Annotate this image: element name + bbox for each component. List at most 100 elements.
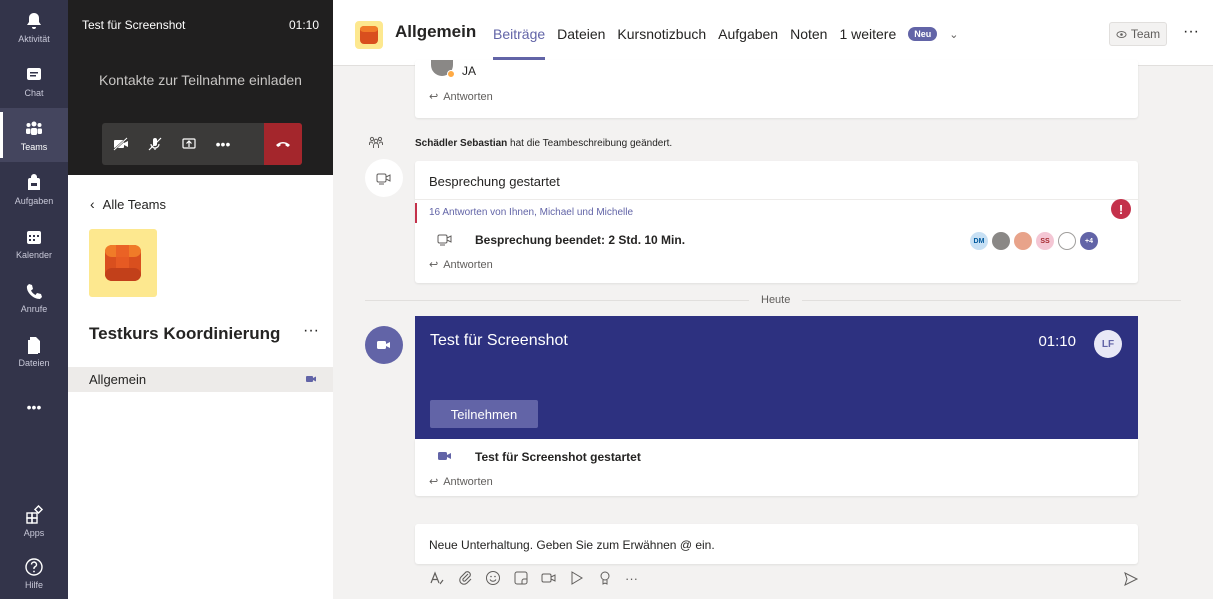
- video-icon: [438, 452, 451, 460]
- channel-label: Allgemein: [89, 372, 147, 387]
- mute-button[interactable]: [138, 123, 172, 165]
- reply-button[interactable]: ↩ Antworten: [429, 258, 493, 272]
- bell-icon: [24, 11, 44, 31]
- help-icon: [24, 557, 44, 577]
- compose-placeholder: Neue Unterhaltung. Geben Sie zum Erwähne…: [429, 538, 715, 552]
- stream-icon[interactable]: [569, 570, 585, 586]
- replies-link[interactable]: 16 Antworten von Ihnen, Michael und Mich…: [429, 207, 633, 218]
- rail-item-teams[interactable]: Teams: [0, 108, 68, 162]
- file-icon: [24, 335, 44, 355]
- avatar[interactable]: [992, 232, 1010, 250]
- share-screen-icon: [182, 138, 196, 149]
- team-button[interactable]: Team: [1109, 22, 1167, 46]
- rail-item-apps[interactable]: Apps: [0, 494, 68, 548]
- chevron-down-icon[interactable]: ⌄: [949, 28, 958, 41]
- backpack-icon: [24, 173, 44, 193]
- post-card: JA ↩ Antworten: [415, 60, 1138, 118]
- more-participants-badge[interactable]: +4: [1080, 232, 1098, 250]
- meeting-timeline-marker: [365, 159, 403, 197]
- rail-label: Dateien: [18, 357, 50, 368]
- team-name: Testkurs Koordinierung: [89, 324, 281, 343]
- more-icon[interactable]: ···: [625, 571, 638, 586]
- attach-icon[interactable]: [457, 570, 473, 586]
- system-message-author: Schädler Sebastian: [415, 138, 508, 149]
- live-meeting-banner: Test für Screenshot 01:10 LF Teilnehmen: [415, 316, 1138, 439]
- tab-posts[interactable]: Beiträge: [493, 26, 546, 60]
- emoji-icon[interactable]: [485, 570, 501, 586]
- meeting-ended-text: Besprechung beendet: 2 Std. 10 Min.: [475, 233, 686, 247]
- urgent-marker: [415, 203, 417, 223]
- tab-more[interactable]: 1 weitere: [839, 26, 896, 42]
- team-logo-icon: [360, 26, 378, 44]
- camera-off-button[interactable]: [104, 123, 138, 165]
- reply-label: Antworten: [443, 258, 493, 271]
- praise-icon[interactable]: [597, 570, 613, 586]
- tab-files[interactable]: Dateien: [557, 26, 605, 42]
- rail-label: Aktivität: [18, 33, 50, 44]
- team-more-button[interactable]: ···: [303, 322, 319, 340]
- send-icon[interactable]: [1123, 571, 1139, 587]
- mic-off-icon: [148, 137, 162, 151]
- sticker-icon[interactable]: [513, 570, 529, 586]
- team-members-icon: [369, 136, 383, 148]
- tab-class-notebook[interactable]: Kursnotizbuch: [617, 26, 706, 42]
- rail-label: Anrufe: [20, 303, 48, 314]
- avatar[interactable]: DM: [970, 232, 988, 250]
- format-icon[interactable]: [429, 570, 445, 586]
- rail-item-help[interactable]: Hilfe: [0, 548, 68, 598]
- all-teams-label: Alle Teams: [102, 196, 167, 212]
- urgent-icon: !: [1111, 199, 1131, 219]
- meeting-icon: [376, 173, 391, 185]
- avatar[interactable]: LF: [1094, 330, 1122, 358]
- live-meeting-marker: [365, 326, 403, 364]
- teams-icon: [24, 119, 44, 139]
- compose-box[interactable]: Neue Unterhaltung. Geben Sie zum Erwähne…: [415, 524, 1138, 564]
- tab-grades[interactable]: Noten: [790, 26, 827, 42]
- meeting-started-text: Test für Screenshot gestartet: [475, 450, 641, 464]
- team-logo-icon: [105, 245, 141, 281]
- call-more-button[interactable]: •••: [206, 123, 240, 165]
- away-status-icon: [447, 70, 455, 78]
- back-to-all-teams[interactable]: ‹ Alle Teams: [90, 196, 166, 212]
- live-meeting-title: Test für Screenshot: [430, 332, 568, 349]
- system-message: Schädler Sebastian hat die Teambeschreib…: [415, 138, 672, 149]
- channel-title: Allgemein: [395, 22, 477, 41]
- channel-item-allgemein[interactable]: Allgemein: [68, 367, 333, 392]
- rail-label: Chat: [24, 87, 44, 98]
- reply-button[interactable]: ↩ Antworten: [429, 475, 493, 489]
- avatar[interactable]: SS: [1036, 232, 1054, 250]
- rail-item-chat[interactable]: Chat: [0, 54, 68, 108]
- rail-more-button[interactable]: •••: [0, 380, 68, 434]
- rail-item-calendar[interactable]: Kalender: [0, 216, 68, 270]
- tab-assignments[interactable]: Aufgaben: [718, 26, 778, 42]
- rail-item-files[interactable]: Dateien: [0, 324, 68, 378]
- system-message-text: hat die Teambeschreibung geändert.: [510, 138, 673, 149]
- video-icon: [377, 341, 390, 349]
- rail-item-calls[interactable]: Anrufe: [0, 270, 68, 324]
- join-button[interactable]: Teilnehmen: [430, 400, 538, 428]
- chat-icon: [24, 65, 44, 85]
- phone-icon: [24, 281, 44, 301]
- header-more-button[interactable]: ···: [1183, 23, 1199, 41]
- reply-icon: ↩: [429, 91, 439, 103]
- hang-up-button[interactable]: [264, 123, 302, 165]
- reply-label: Antworten: [443, 90, 493, 103]
- share-screen-button[interactable]: [172, 123, 206, 165]
- meeting-title: Besprechung gestartet: [429, 174, 560, 189]
- card-divider: [415, 199, 1138, 200]
- rail-label: Kalender: [15, 249, 53, 260]
- conversation-feed: JA ↩ Antworten Schädler Sebastian hat di…: [333, 60, 1213, 599]
- call-controls: •••: [102, 123, 302, 165]
- rail-label: Apps: [23, 527, 45, 538]
- reply-button[interactable]: ↩ Antworten: [429, 90, 493, 104]
- avatar[interactable]: [1058, 232, 1076, 250]
- rail-item-assignments[interactable]: Aufgaben: [0, 162, 68, 216]
- invite-contacts-link[interactable]: Kontakte zur Teilnahme einladen: [68, 72, 333, 88]
- rail-item-activity[interactable]: Aktivität: [0, 0, 68, 54]
- meeting-in-progress-icon: [306, 376, 316, 382]
- avatar[interactable]: [1014, 232, 1032, 250]
- meet-now-icon[interactable]: [541, 570, 557, 586]
- app-rail: Aktivität Chat Teams Aufgaben Kalender A…: [0, 0, 68, 599]
- more-icon: •••: [26, 399, 42, 415]
- channel-tabs: Beiträge Dateien Kursnotizbuch Aufgaben …: [493, 26, 959, 60]
